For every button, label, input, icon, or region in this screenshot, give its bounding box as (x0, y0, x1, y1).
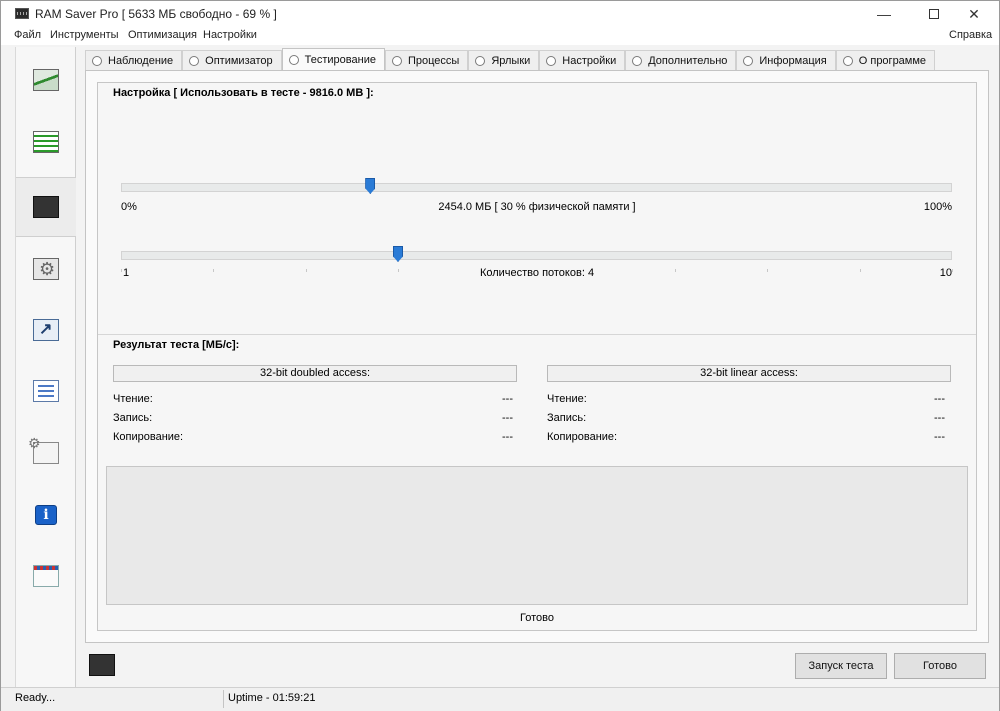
radio-icon (632, 55, 643, 66)
menu-help[interactable]: Справка (949, 29, 992, 41)
tab-about[interactable]: О программе (835, 50, 936, 70)
settings-title: Настройка [ Использовать в тесте - 9816.… (113, 87, 374, 99)
sidebar-optimizer[interactable] (16, 112, 76, 172)
uptime-text: Uptime - 01:59:21 (228, 692, 316, 704)
minimize-button[interactable]: — (861, 1, 907, 27)
radio-icon (546, 55, 557, 66)
linear-access-header: 32-bit linear access: (547, 365, 951, 382)
doubled-copy-label: Копирование: (113, 431, 184, 443)
menu-tools[interactable]: Инструменты (50, 29, 119, 41)
tab-monitor[interactable]: Наблюдение (85, 50, 183, 70)
tab-label: Дополнительно (648, 54, 728, 67)
sidebar (15, 47, 76, 687)
settings-gear-icon (28, 435, 59, 464)
checklist-icon (33, 380, 59, 402)
linear-copy-label: Копирование: (547, 431, 618, 443)
threads-value-label: Количество потоков: 4 (479, 267, 595, 279)
list-icon (33, 131, 59, 153)
tab-settings[interactable]: Настройки (539, 50, 626, 70)
sidebar-testing[interactable] (16, 177, 76, 237)
run-test-button[interactable]: Запуск теста (795, 653, 887, 679)
menu-bar: Файл Инструменты Оптимизация Настройки С… (1, 27, 999, 45)
tab-label: Тестирование (304, 53, 376, 66)
tab-label: Информация (759, 54, 827, 67)
menu-settings[interactable]: Настройки (203, 29, 257, 41)
radio-icon (92, 55, 102, 66)
linear-write-value: --- (934, 412, 945, 424)
memory-chip-icon (33, 193, 59, 221)
threads-max-label: 10 (939, 267, 952, 279)
window-title: RAM Saver Pro [ 5633 МБ свободно - 69 % … (35, 7, 277, 21)
tab-label: Ярлыки (491, 54, 531, 67)
done-button[interactable]: Готово (894, 653, 986, 679)
doubled-copy-value: --- (502, 431, 513, 443)
tab-information[interactable]: Информация (736, 50, 836, 70)
menu-optimization[interactable]: Оптимизация (128, 29, 197, 41)
memory-chip-icon (89, 651, 115, 679)
slider-track (121, 183, 952, 192)
radio-icon (743, 55, 754, 66)
tab-advanced[interactable]: Дополнительно (625, 50, 737, 70)
shortcut-icon (33, 319, 59, 341)
doubled-read-label: Чтение: (113, 393, 153, 405)
test-settings-frame: Настройка [ Использовать в тесте - 9816.… (97, 82, 977, 631)
memory-chip-icon (15, 8, 29, 19)
doubled-access-header: 32-bit doubled access: (113, 365, 517, 382)
status-bar: Ready... Uptime - 01:59:21 (1, 687, 999, 711)
status-ready-text: Ready... (15, 692, 56, 704)
mail-icon (33, 565, 59, 587)
tab-optimizer[interactable]: Оптимизатор (182, 50, 282, 70)
doubled-read-value: --- (502, 393, 513, 405)
chart-icon (33, 69, 59, 91)
sidebar-about[interactable] (16, 546, 76, 606)
tab-label: О программе (858, 54, 927, 67)
menu-file[interactable]: Файл (14, 29, 41, 41)
sidebar-information[interactable] (16, 485, 76, 545)
title-bar[interactable]: RAM Saver Pro [ 5633 МБ свободно - 69 % … (1, 1, 999, 27)
sidebar-processes[interactable] (16, 239, 76, 299)
sidebar-monitor[interactable] (16, 50, 76, 110)
sidebar-settings[interactable] (16, 361, 76, 421)
gear-icon (33, 258, 59, 280)
maximize-icon (929, 9, 939, 19)
linear-read-value: --- (934, 393, 945, 405)
memory-max-label: 100% (923, 201, 952, 213)
doubled-write-value: --- (502, 412, 513, 424)
doubled-write-label: Запись: (113, 412, 153, 424)
memory-value-label: 2454.0 МБ [ 30 % физической памяти ] (438, 201, 636, 213)
slider-track (121, 251, 952, 260)
close-button[interactable]: ✕ (951, 1, 997, 27)
tab-label: Наблюдение (108, 54, 174, 67)
tab-bar: Наблюдение Оптимизатор Тестирование Проц… (85, 48, 936, 70)
linear-read-label: Чтение: (547, 393, 587, 405)
app-window: RAM Saver Pro [ 5633 МБ свободно - 69 % … (0, 0, 1000, 711)
results-title: Результат теста [МБ/с]: (113, 339, 240, 351)
memory-slider[interactable] (121, 178, 952, 194)
threads-slider[interactable] (121, 246, 953, 272)
tab-shortcuts[interactable]: Ярлыки (468, 50, 540, 70)
tab-processes[interactable]: Процессы (384, 50, 469, 70)
radio-icon (475, 55, 486, 66)
tab-testing[interactable]: Тестирование (281, 48, 385, 70)
settings-group: Настройка [ Использовать в тесте - 9816.… (98, 83, 976, 335)
info-icon (35, 505, 57, 525)
linear-write-label: Запись: (547, 412, 587, 424)
tab-label: Оптимизатор (205, 54, 273, 67)
radio-icon (842, 55, 853, 66)
test-status-text: Готово (520, 612, 554, 624)
tab-label: Процессы (407, 54, 460, 67)
sidebar-shortcuts[interactable] (16, 300, 76, 360)
sidebar-advanced[interactable] (16, 423, 76, 483)
radio-icon (288, 54, 299, 65)
radio-icon (391, 55, 402, 66)
tab-label: Настройки (562, 54, 617, 67)
radio-icon (189, 55, 200, 66)
status-separator (223, 690, 224, 708)
test-log-area (106, 466, 968, 605)
linear-copy-value: --- (934, 431, 945, 443)
testing-panel: Настройка [ Использовать в тесте - 9816.… (85, 70, 989, 643)
